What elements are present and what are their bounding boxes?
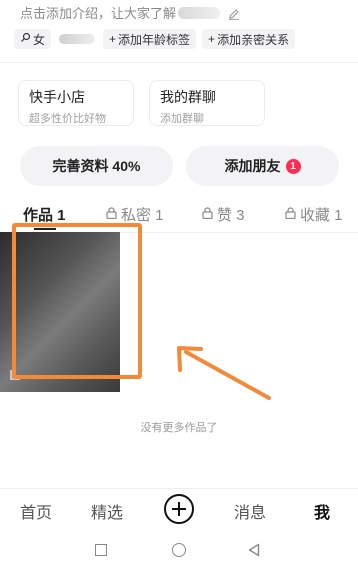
add-friends-button[interactable]: 添加朋友 1	[186, 146, 339, 186]
tab-private[interactable]: 私密 1	[106, 204, 164, 225]
add-relationship-tag-label: 添加亲密关系	[217, 32, 290, 47]
group-chat-card-title: 我的群聊	[160, 89, 216, 105]
tab-favorites[interactable]: 收藏 1	[285, 204, 343, 225]
female-icon	[20, 32, 31, 46]
gender-tag-label: 女	[33, 32, 46, 47]
no-more-works-text: 没有更多作品了	[140, 422, 218, 434]
add-friends-label: 添加朋友	[224, 158, 281, 174]
profile-intro[interactable]: 点击添加介绍，让大家了解	[20, 3, 240, 23]
system-nav-bar	[0, 530, 358, 570]
bottom-nav: 首页 精选 消息 我	[0, 488, 358, 528]
tab-likes[interactable]: 赞 3	[202, 204, 245, 225]
add-relationship-tag[interactable]: + 添加亲密关系	[202, 29, 296, 49]
add-age-tag-label: 添加年龄标签	[118, 32, 191, 47]
shop-card-title: 快手小店	[29, 89, 85, 105]
nav-featured[interactable]: 精选	[91, 499, 123, 523]
group-chat-card-subtitle: 添加群聊	[160, 113, 204, 125]
nav-me[interactable]: 我	[314, 499, 330, 523]
shop-card[interactable]: 快手小店 超多性价比好物	[18, 80, 134, 126]
back-icon[interactable]	[248, 543, 260, 557]
tab-private-label: 私密 1	[121, 207, 164, 224]
recent-apps-icon[interactable]	[95, 544, 107, 556]
tab-works[interactable]: 作品 1	[23, 204, 66, 225]
create-post-button[interactable]	[164, 494, 194, 524]
arrow-icon	[177, 346, 271, 400]
blurred-text	[178, 7, 221, 19]
complete-profile-label: 完善资料 40%	[52, 158, 141, 174]
shop-card-subtitle: 超多性价比好物	[29, 113, 106, 125]
home-icon[interactable]	[172, 543, 186, 557]
nav-home[interactable]: 首页	[20, 499, 52, 523]
profile-tags: 女 + 添加年龄标签 + 添加亲密关系	[14, 29, 296, 49]
profile-intro-text: 点击添加介绍，让大家了解	[20, 6, 177, 21]
highlight-box	[12, 223, 142, 379]
plus-icon: +	[208, 32, 216, 46]
divider	[0, 62, 358, 63]
group-chat-card[interactable]: 我的群聊 添加群聊	[149, 80, 265, 126]
edit-icon[interactable]	[228, 8, 240, 23]
lock-icon	[106, 206, 117, 223]
notification-badge: 1	[285, 158, 301, 174]
add-age-tag[interactable]: + 添加年龄标签	[103, 29, 197, 49]
blurred-text	[59, 34, 96, 44]
nav-messages[interactable]: 消息	[234, 499, 266, 523]
gender-tag[interactable]: 女	[14, 29, 52, 49]
blurred-tag	[57, 29, 97, 49]
tab-favorites-label: 收藏 1	[300, 207, 343, 224]
plus-icon: +	[109, 32, 117, 46]
complete-profile-button[interactable]: 完善资料 40%	[20, 146, 173, 186]
tab-works-label: 作品 1	[23, 207, 66, 224]
lock-icon	[202, 206, 213, 223]
lock-icon	[285, 206, 296, 223]
tab-likes-label: 赞 3	[217, 207, 245, 224]
